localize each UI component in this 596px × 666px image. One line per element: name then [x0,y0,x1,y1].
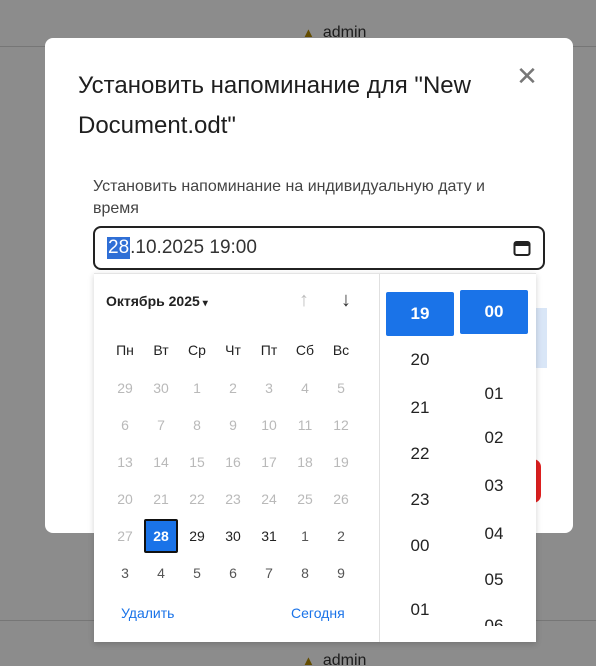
calendar-day-selected[interactable]: 28 [144,519,178,553]
hour-option[interactable]: 01 [386,588,454,626]
hour-option[interactable]: 20 [386,338,454,382]
hours-column[interactable]: 19 20 21 22 23 00 01 [386,274,456,626]
weekday-header: Вс [332,342,350,358]
day-segment[interactable]: 28 [107,237,131,259]
minute-option[interactable]: 02 [460,416,528,460]
calendar-day[interactable]: 7 [254,558,284,588]
calendar-day[interactable]: 18 [290,447,320,477]
calendar-day[interactable]: 25 [290,484,320,514]
dialog-title: Установить напоминание для "New Document… [78,72,471,139]
hour-option[interactable]: 22 [386,432,454,476]
hour-option[interactable]: 23 [386,478,454,522]
minute-option[interactable]: 04 [460,512,528,556]
calendar-panel: Октябрь 2025 ▾ ↑ ↓ Пн Вт Ср Чт Пт Сб Вс 2… [94,274,379,642]
today-button[interactable]: Сегодня [291,605,345,621]
hour-option[interactable]: 00 [386,524,454,568]
minute-option[interactable]: 06 [460,604,528,626]
hour-option[interactable]: 21 [386,386,454,430]
minute-option[interactable]: 05 [460,558,528,602]
calendar-day[interactable]: 4 [290,373,320,403]
weekday-header: Пт [260,342,278,358]
calendar-day[interactable]: 16 [218,447,248,477]
calendar-day[interactable]: 9 [218,410,248,440]
calendar-day[interactable]: 1 [290,521,320,551]
secondary-button-edge[interactable] [535,308,547,368]
picker-divider [379,274,380,642]
close-icon[interactable]: ✕ [515,63,539,89]
calendar-day[interactable]: 23 [218,484,248,514]
datetime-field-label: Установить напоминание на индивидуальную… [93,178,485,217]
calendar-day[interactable]: 3 [254,373,284,403]
minutes-column[interactable]: 00 01 02 03 04 05 06 [460,274,530,626]
calendar-day[interactable]: 29 [110,373,140,403]
minute-option[interactable]: 03 [460,464,528,508]
minute-option-selected[interactable]: 00 [460,290,528,334]
calendar-day[interactable]: 2 [218,373,248,403]
calendar-day[interactable]: 17 [254,447,284,477]
calendar-day[interactable]: 6 [218,558,248,588]
weekday-header: Вт [153,342,169,358]
calendar-day[interactable]: 19 [326,447,356,477]
datetime-picker: Октябрь 2025 ▾ ↑ ↓ Пн Вт Ср Чт Пт Сб Вс 2… [94,273,536,642]
calendar-day[interactable]: 30 [146,373,176,403]
chevron-down-icon: ▾ [202,298,208,309]
calendar-day[interactable]: 7 [146,410,176,440]
weekday-header: Сб [295,342,315,358]
datetime-input[interactable]: 28.10.2025 19:00 [93,226,545,270]
clear-button[interactable]: Удалить [121,605,174,621]
hour-option-selected[interactable]: 19 [386,292,454,336]
calendar-day[interactable]: 9 [326,558,356,588]
prev-month-button[interactable]: ↑ [293,289,315,311]
calendar-day[interactable]: 24 [254,484,284,514]
calendar-icon[interactable] [513,239,531,257]
weekday-header: Пн [116,342,134,358]
month-selector[interactable]: Октябрь 2025 ▾ [106,293,208,309]
next-month-button[interactable]: ↓ [335,289,357,311]
calendar-day[interactable]: 8 [182,410,212,440]
calendar-day[interactable]: 13 [110,447,140,477]
calendar-day[interactable]: 3 [110,558,140,588]
calendar-day[interactable]: 8 [290,558,320,588]
calendar-day[interactable]: 5 [182,558,212,588]
calendar-day[interactable]: 29 [182,521,212,551]
calendar-day[interactable]: 20 [110,484,140,514]
calendar-day[interactable]: 22 [182,484,212,514]
calendar-day[interactable]: 30 [218,521,248,551]
weekday-header: Чт [225,342,241,358]
calendar-day[interactable]: 6 [110,410,140,440]
calendar-day[interactable]: 26 [326,484,356,514]
calendar-day[interactable]: 4 [146,558,176,588]
calendar-day[interactable]: 2 [326,521,356,551]
calendar-day[interactable]: 5 [326,373,356,403]
calendar-day[interactable]: 12 [326,410,356,440]
calendar-day[interactable]: 14 [146,447,176,477]
minute-option[interactable]: 01 [460,372,528,416]
calendar-day[interactable]: 27 [110,521,140,551]
calendar-day[interactable]: 10 [254,410,284,440]
weekday-header: Ср [188,342,206,358]
calendar-day[interactable]: 31 [254,521,284,551]
calendar-day[interactable]: 15 [182,447,212,477]
month-label: Октябрь 2025 [106,293,200,309]
calendar-day[interactable]: 1 [182,373,212,403]
calendar-day[interactable]: 11 [290,410,320,440]
calendar-day[interactable]: 21 [146,484,176,514]
date-time-rest[interactable]: .10.2025 19:00 [130,237,257,259]
